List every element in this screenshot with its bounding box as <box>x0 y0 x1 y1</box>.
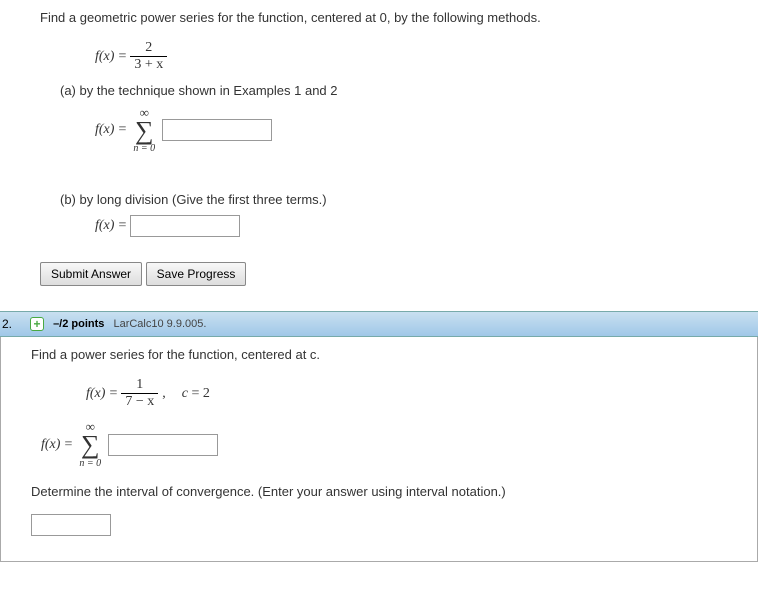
equals: = <box>118 49 126 65</box>
sigma-icon: ∑ <box>81 433 100 456</box>
q1-function-def: f(x) = 2 3 + x <box>95 40 748 73</box>
equals: = <box>109 386 117 402</box>
fx-symbol: f(x) <box>95 49 114 65</box>
question-number-2: 2. <box>2 317 12 331</box>
fx-symbol: f(x) <box>95 122 114 138</box>
fraction-2-over-3plusx: 2 3 + x <box>130 40 167 73</box>
q1-part-b-answer-row: f(x) = <box>95 215 748 237</box>
summation-symbol: ∞ ∑ n = 0 <box>79 420 101 468</box>
q2-prompt: Find a power series for the function, ce… <box>31 347 747 362</box>
q1-part-b-label: (b) by long division (Give the first thr… <box>60 192 748 207</box>
expand-icon[interactable]: + <box>30 317 44 331</box>
comma: , <box>162 386 166 402</box>
sigma-icon: ∑ <box>135 119 154 142</box>
q2-interval-input[interactable] <box>31 514 111 536</box>
q1-part-a-input[interactable] <box>162 119 272 141</box>
fx-symbol: f(x) <box>41 437 60 453</box>
q2-answer-row: f(x) = ∞ ∑ n = 0 <box>41 420 747 468</box>
fraction-1-over-7minusx: 1 7 − x <box>121 377 158 410</box>
question-1: Find a geometric power series for the fu… <box>0 0 758 311</box>
q1-part-a-label: (a) by the technique shown in Examples 1… <box>60 83 748 98</box>
question-2-header: 2. + –/2 points LarCalc10 9.9.005. <box>0 311 758 337</box>
q1-part-a-answer-row: f(x) = ∞ ∑ n = 0 <box>95 106 748 154</box>
center-value: c = 2 <box>182 386 210 402</box>
q2-interval-row <box>31 514 747 536</box>
fx-symbol: f(x) <box>86 386 105 402</box>
q2-function-def: f(x) = 1 7 − x , c = 2 <box>86 377 747 410</box>
fx-symbol: f(x) <box>95 218 114 234</box>
question-reference: LarCalc10 9.9.005. <box>113 318 206 330</box>
q1-part-b-input[interactable] <box>130 215 240 237</box>
submit-answer-button[interactable]: Submit Answer <box>40 262 142 286</box>
q2-interval-prompt: Determine the interval of convergence. (… <box>31 484 747 499</box>
q1-prompt: Find a geometric power series for the fu… <box>40 10 748 25</box>
q2-series-input[interactable] <box>108 434 218 456</box>
equals: = <box>118 218 126 234</box>
equals: = <box>64 437 72 453</box>
button-row: Submit Answer Save Progress <box>40 262 748 286</box>
summation-symbol: ∞ ∑ n = 0 <box>133 106 155 154</box>
points-label: –/2 points <box>53 318 104 330</box>
question-2: Find a power series for the function, ce… <box>0 337 758 561</box>
equals: = <box>118 122 126 138</box>
save-progress-button[interactable]: Save Progress <box>146 262 247 286</box>
